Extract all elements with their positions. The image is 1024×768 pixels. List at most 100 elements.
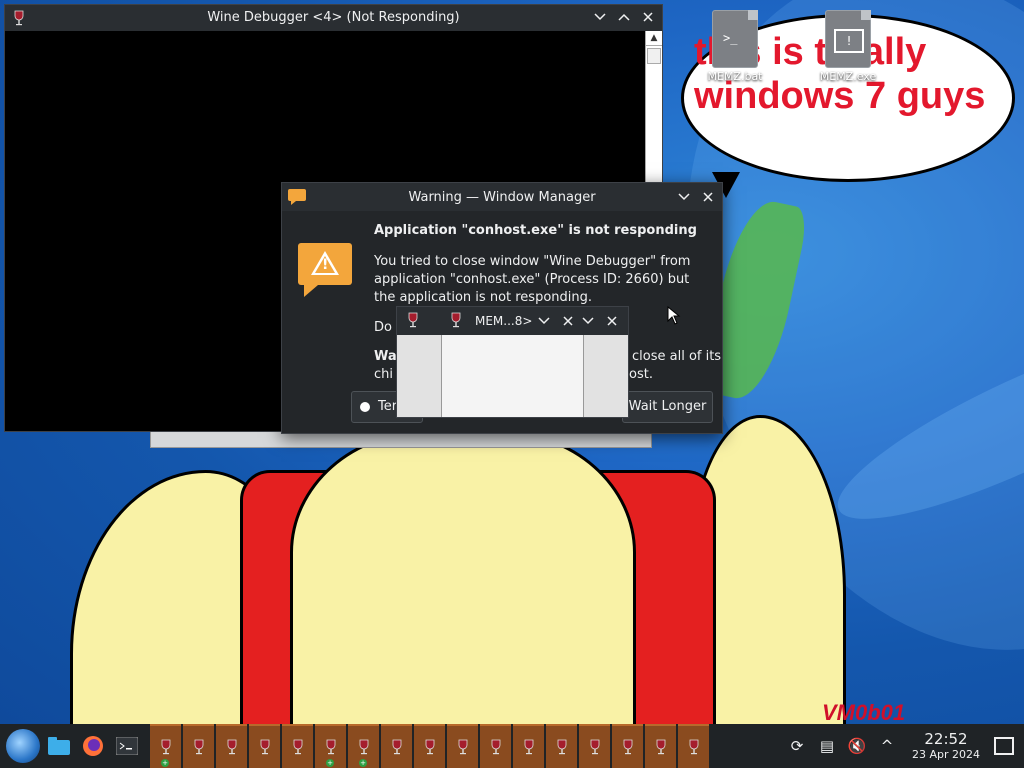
- file-manager-launcher[interactable]: [44, 731, 74, 761]
- plus-badge-icon: +: [359, 759, 367, 767]
- terminal-icon: [116, 737, 138, 755]
- taskbar-wine-window-button[interactable]: [282, 724, 313, 768]
- plus-badge-icon: +: [326, 759, 334, 767]
- wine-glass-icon: [425, 739, 434, 755]
- watermark-text: VM0b01: [822, 700, 906, 724]
- warning-icon: !: [298, 243, 352, 297]
- executable-file-icon: !: [825, 10, 871, 68]
- memz-titlebar[interactable]: MEM...8>: [397, 307, 628, 335]
- taskbar-wine-window-button[interactable]: [546, 724, 577, 768]
- close-button[interactable]: [640, 9, 656, 25]
- dialog-titlebar[interactable]: Warning — Window Manager: [282, 183, 722, 211]
- wine-glass-icon: [408, 312, 418, 328]
- dialog-warning-line2-suffix: ost.: [629, 367, 653, 382]
- clock-time: 22:52: [924, 729, 968, 748]
- wine-glass-icon: [656, 739, 665, 755]
- taskbar-wine-window-button[interactable]: [183, 724, 214, 768]
- wine-glass-icon: [194, 739, 203, 755]
- wait-longer-button[interactable]: Wait Longer: [622, 391, 713, 423]
- chevron-down-icon: [678, 193, 690, 201]
- wine-glass-icon: [359, 739, 368, 755]
- close-icon: [703, 192, 713, 202]
- close-icon: [643, 12, 653, 22]
- desktop-icon-label: MEMZ.bat: [707, 70, 763, 83]
- dialog-close-button[interactable]: [700, 189, 716, 205]
- wine-glass-icon: [161, 739, 170, 755]
- terminal-launcher[interactable]: [112, 731, 142, 761]
- dialog-warning-suffix: close all of its: [632, 349, 722, 364]
- taskbar-wine-window-button[interactable]: [645, 724, 676, 768]
- maximize-button[interactable]: [616, 9, 632, 25]
- clipboard-icon[interactable]: ▤: [816, 735, 838, 757]
- chevron-up-icon[interactable]: ^: [876, 735, 898, 757]
- memz-window[interactable]: MEM...8>: [396, 306, 629, 418]
- desktop-icon-memz-exe[interactable]: ! MEMZ.exe: [808, 10, 888, 83]
- desktop-icon-label: MEMZ.exe: [819, 70, 877, 83]
- system-tray: ⟳ ▤ 🔇 ^ 22:52 23 Apr 2024: [786, 724, 1024, 768]
- chevron-down-icon[interactable]: [538, 317, 550, 325]
- terminate-label: Ter: [378, 399, 398, 414]
- scrollbar-thumb[interactable]: [647, 48, 661, 64]
- chevron-up-icon: [618, 13, 630, 21]
- terminate-icon: [360, 402, 370, 412]
- dialog-heading: Application "conhost.exe" is not respond…: [374, 223, 697, 238]
- wine-glass-icon: [524, 739, 533, 755]
- taskbar-wine-window-button[interactable]: [216, 724, 247, 768]
- volume-muted-icon[interactable]: 🔇: [846, 735, 868, 757]
- dialog-warning-prefix: Wa: [374, 349, 397, 364]
- taskbar-wine-window-button[interactable]: [678, 724, 709, 768]
- window-title: Wine Debugger <4> (Not Responding): [207, 10, 460, 25]
- taskbar-wine-window-button[interactable]: [414, 724, 445, 768]
- wine-glass-icon: [557, 739, 566, 755]
- updates-icon[interactable]: ⟳: [786, 735, 808, 757]
- taskbar-wine-window-button[interactable]: [513, 724, 544, 768]
- taskbar-wine-window-button[interactable]: [447, 724, 478, 768]
- clock-date: 23 Apr 2024: [911, 747, 980, 761]
- taskbar-wine-window-button[interactable]: +: [315, 724, 346, 768]
- chevron-down-icon[interactable]: [582, 317, 594, 325]
- taskbar-wine-window-button[interactable]: [249, 724, 280, 768]
- dialog-warning-line2-prefix: chi: [374, 367, 393, 382]
- window-titlebar[interactable]: Wine Debugger <4> (Not Responding): [5, 5, 662, 31]
- firefox-launcher[interactable]: [78, 731, 108, 761]
- taskbar-wine-window-button[interactable]: [381, 724, 412, 768]
- taskbar-wine-window-button[interactable]: [480, 724, 511, 768]
- taskbar: + + + ⟳ ▤ 🔇 ^ 22:52 23 Apr 2024: [0, 724, 1024, 768]
- dialog-title: Warning — Window Manager: [408, 190, 596, 205]
- wine-glass-icon: [689, 739, 698, 755]
- close-icon[interactable]: [563, 316, 573, 326]
- taskbar-wine-window-button[interactable]: +: [150, 724, 181, 768]
- wine-glass-icon: [293, 739, 302, 755]
- close-icon[interactable]: [607, 316, 617, 326]
- minimize-button[interactable]: [592, 9, 608, 25]
- task-manager: + + +: [148, 724, 709, 768]
- taskbar-wine-window-button[interactable]: +: [348, 724, 379, 768]
- memz-window-title: MEM...8>: [475, 314, 533, 328]
- taskbar-wine-window-button[interactable]: [612, 724, 643, 768]
- scroll-up-arrow-icon[interactable]: ▲: [646, 31, 662, 46]
- wine-glass-icon: [623, 739, 632, 755]
- dialog-question-text: Do: [374, 320, 392, 335]
- wine-glass-icon: [392, 739, 401, 755]
- wine-glass-icon: [491, 739, 500, 755]
- wine-glass-icon: [458, 739, 467, 755]
- wine-glass-icon: [451, 312, 461, 328]
- wine-glass-icon: [590, 739, 599, 755]
- wine-glass-icon: [326, 739, 335, 755]
- batch-file-icon: >_: [712, 10, 758, 68]
- firefox-icon: [83, 736, 103, 756]
- plus-badge-icon: +: [161, 759, 169, 767]
- digital-clock[interactable]: 22:52 23 Apr 2024: [911, 729, 980, 762]
- start-menu-button[interactable]: [6, 729, 40, 763]
- folder-icon: [48, 737, 70, 755]
- dialog-minimize-button[interactable]: [676, 189, 692, 205]
- cursor-arrow-icon: [667, 306, 681, 325]
- taskbar-wine-window-button[interactable]: [579, 724, 610, 768]
- memz-window-content: [397, 335, 628, 417]
- desktop-icon-memz-bat[interactable]: >_ MEMZ.bat: [695, 10, 775, 83]
- dialog-body-text: You tried to close window "Wine Debugger…: [374, 254, 691, 305]
- chevron-down-icon: [594, 13, 606, 21]
- show-desktop-button[interactable]: [994, 737, 1014, 755]
- wine-glass-icon: [227, 739, 236, 755]
- wine-glass-icon: [260, 739, 269, 755]
